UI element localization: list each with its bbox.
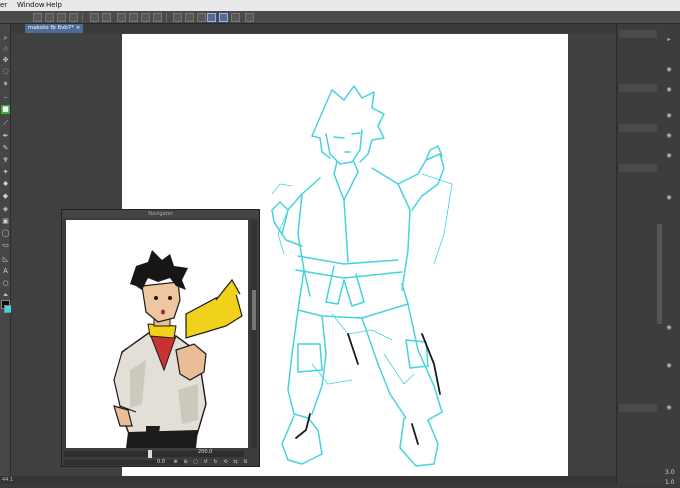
navigator-panel: Navigator 200.0 0.0 ⊕ ⊖ ▢ ↺ ↻ ⟲ ⇆ ⇅	[61, 209, 260, 467]
zoom-slider[interactable]	[64, 450, 244, 458]
reset-rotation-icon[interactable]: ⟲	[222, 459, 229, 466]
save-icon[interactable]	[69, 13, 78, 22]
select-tool-icon[interactable]: ■	[1, 105, 10, 114]
eye-icon[interactable]: ◉	[664, 112, 674, 120]
snap-ruler-icon[interactable]	[207, 13, 216, 22]
document-tab-label: makoto fb 8vb7*	[28, 25, 75, 31]
ruler-icon[interactable]: ◺	[1, 255, 10, 264]
colored-character-preview	[113, 250, 243, 448]
hand-icon[interactable]: ☝	[1, 45, 10, 54]
document-tab-bar: makoto fb 8vb7* ×	[11, 24, 616, 33]
status-bar: 44.1	[0, 476, 616, 484]
gradient-icon[interactable]: ▣	[1, 217, 10, 226]
panel-scrollbar[interactable]	[657, 224, 662, 324]
fit-icon[interactable]: ▢	[192, 459, 199, 466]
fill-icon[interactable]	[141, 13, 150, 22]
eye-icon[interactable]: ◉	[664, 132, 674, 140]
clip-studio-icon[interactable]	[45, 13, 54, 22]
eye-icon[interactable]: ◉	[664, 194, 674, 202]
transform-icon[interactable]	[153, 13, 162, 22]
navigator-title: Navigator	[62, 210, 259, 218]
layer-row[interactable]	[619, 404, 657, 412]
toolbar-divider	[166, 13, 167, 22]
zoom-value: 200.0	[198, 449, 213, 455]
snap-special-ruler-icon[interactable]	[219, 13, 228, 22]
navigator-scroll-thumb[interactable]	[252, 290, 256, 330]
rotation-slider[interactable]	[64, 460, 184, 465]
eye-icon[interactable]: ◉	[664, 404, 674, 412]
open-icon[interactable]	[57, 13, 66, 22]
layer-row[interactable]	[619, 164, 657, 172]
search-icon[interactable]: ⌕	[1, 34, 10, 43]
deselect-icon[interactable]	[173, 13, 182, 22]
navigator-preview[interactable]	[66, 220, 248, 448]
rotate-right-icon[interactable]: ↻	[212, 459, 219, 466]
text-icon[interactable]: A	[1, 267, 10, 276]
show-selection-icon[interactable]	[197, 13, 206, 22]
figure-icon[interactable]: ◯	[1, 229, 10, 238]
eye-icon[interactable]: ◉	[664, 66, 674, 74]
eye-icon[interactable]: ◉	[664, 324, 674, 332]
redo-icon[interactable]	[102, 13, 111, 22]
layer-row[interactable]	[619, 84, 657, 92]
lasso-icon[interactable]: ◌	[1, 67, 10, 76]
divider-icon: –	[3, 93, 8, 101]
eye-icon[interactable]: ◉	[664, 86, 674, 94]
invert-selection-icon[interactable]	[185, 13, 194, 22]
flip-horizontal-icon[interactable]: ⇆	[232, 459, 239, 466]
navigator-scrollbar[interactable]	[251, 220, 257, 448]
flip-vertical-icon[interactable]: ⇅	[242, 459, 249, 466]
brush-icon[interactable]: ♆	[1, 156, 10, 165]
eye-icon[interactable]: ◉	[664, 362, 674, 370]
snap-grid-icon[interactable]	[231, 13, 240, 22]
pencil-icon[interactable]: ✎	[1, 144, 10, 153]
decoration-icon[interactable]: ✸	[1, 180, 10, 189]
zoom-in-icon[interactable]: ⊕	[172, 459, 179, 466]
rotate-left-icon[interactable]: ↺	[202, 459, 209, 466]
correct-line-icon[interactable]: ⏶	[1, 291, 10, 300]
rotation-value: 0.0	[157, 459, 165, 465]
eye-icon[interactable]: ◉	[664, 152, 674, 160]
new-file-icon[interactable]	[33, 13, 42, 22]
pen-icon[interactable]: ✒	[1, 132, 10, 141]
tool-palette: ⌕ ☝ ✥ ◌ ✶ – ■ ⟋ ✒ ✎ ♆ ✦ ✸ ◆ ◈ ▣ ◯ ▭ ◺ A …	[0, 24, 12, 484]
status-zoom: 44.1	[2, 477, 14, 483]
toolbar-divider	[82, 13, 83, 22]
balloon-icon[interactable]: ○	[1, 279, 10, 288]
fill-icon[interactable]: ◈	[1, 205, 10, 214]
readout-value-2: 1.0	[665, 479, 675, 486]
zoom-out-icon[interactable]: ⊖	[182, 459, 189, 466]
edit-icon[interactable]	[245, 13, 254, 22]
close-icon[interactable]: ×	[76, 25, 81, 31]
zoom-slider-handle[interactable]	[148, 450, 152, 458]
frame-icon[interactable]: ▭	[1, 241, 10, 250]
clear-icon[interactable]	[129, 13, 138, 22]
document-tab[interactable]: makoto fb 8vb7* ×	[25, 24, 84, 33]
menu-bar: er Window Help	[0, 0, 680, 11]
wand-icon[interactable]: ✶	[1, 80, 10, 89]
command-bar	[0, 11, 680, 24]
menu-item-window[interactable]: Window	[17, 0, 45, 11]
move-icon[interactable]: ✥	[1, 56, 10, 65]
layer-panel: ▸ ◉ ◉ ◉ ◉ ◉ ◉ ◉ ◉ ◉ 3.0 1.0	[616, 24, 680, 486]
readout-value: 3.0	[665, 469, 675, 476]
panel-header	[619, 30, 657, 38]
airbrush-icon[interactable]: ✦	[1, 168, 10, 177]
eraser-icon[interactable]: ◆	[1, 192, 10, 201]
settings-icon[interactable]	[117, 13, 126, 22]
layer-row[interactable]	[619, 124, 657, 132]
undo-icon[interactable]	[90, 13, 99, 22]
eyedropper-icon[interactable]: ⟋	[1, 119, 10, 128]
panel-menu-icon[interactable]: ▸	[664, 36, 674, 44]
menu-item-help[interactable]: Help	[46, 0, 62, 11]
menu-item-cut[interactable]: er	[0, 0, 7, 11]
